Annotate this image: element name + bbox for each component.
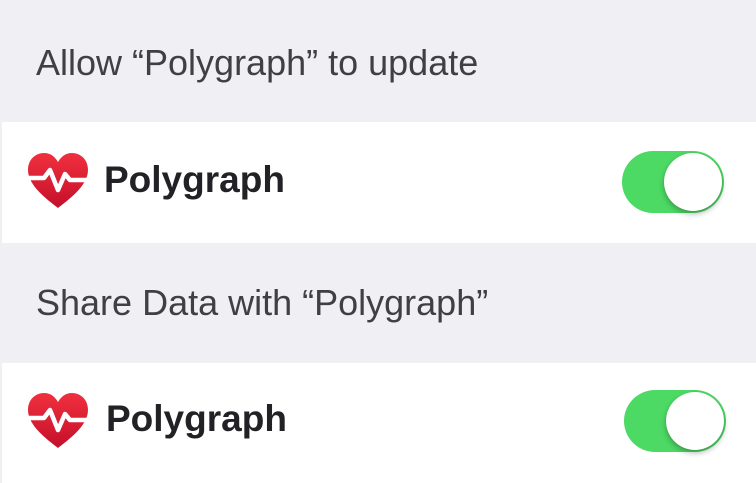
toggle-knob[interactable] [664,153,722,211]
app-permission-row-share[interactable]: Polygraph [2,363,756,483]
toggle-knob[interactable] [666,392,724,450]
heart-pulse-icon [24,153,92,208]
section-header-share-data: Share Data with “Polygraph” [0,243,756,363]
section-header-allow-update: Allow “Polygraph” to update [0,0,756,122]
share-data-toggle[interactable] [624,390,726,452]
app-permission-row-update[interactable]: Polygraph [2,122,756,243]
section-header-label: Allow “Polygraph” to update [36,42,479,83]
app-name: Polygraph [106,398,287,439]
heart-pulse-icon [24,393,92,448]
section-header-label: Share Data with “Polygraph” [36,282,489,323]
health-permissions-screen: Allow “Polygraph” to update Polygraph Sh… [0,0,756,483]
allow-update-toggle[interactable] [622,151,724,213]
app-name: Polygraph [104,159,285,200]
